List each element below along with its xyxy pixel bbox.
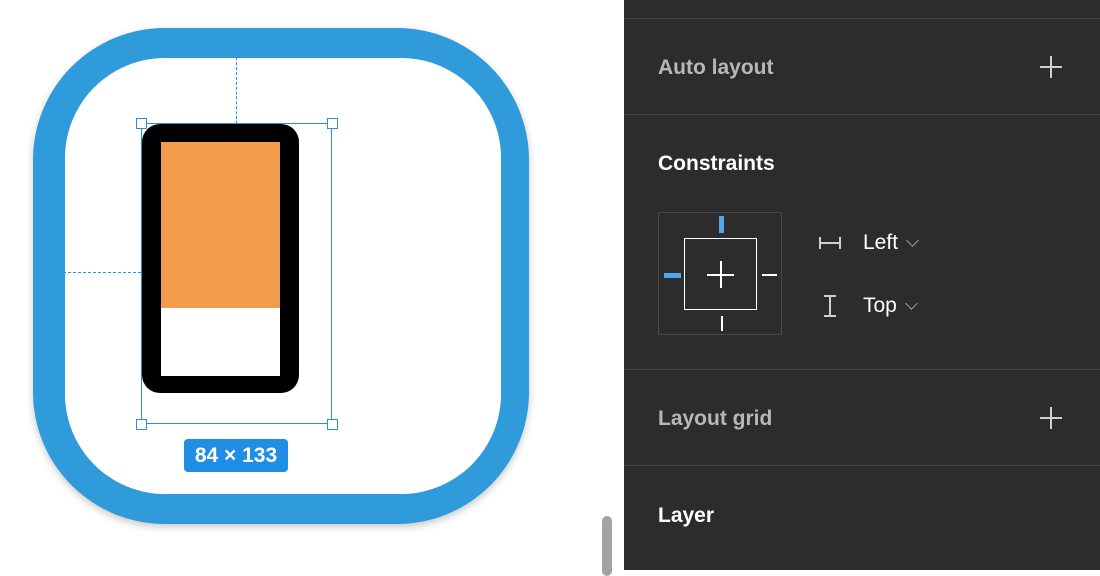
auto-layout-title: Auto layout xyxy=(658,56,774,79)
canvas-scrollbar[interactable] xyxy=(602,516,612,576)
layer-title: Layer xyxy=(658,504,715,527)
horizontal-constraint-value: Left xyxy=(863,231,899,254)
section-divider xyxy=(624,465,1100,466)
resize-handle-top-right[interactable] xyxy=(327,118,338,129)
selection-box[interactable] xyxy=(141,123,332,424)
constraint-top-toggle[interactable] xyxy=(719,216,724,233)
constraint-center-plus-icon[interactable] xyxy=(707,274,734,276)
chevron-down-icon xyxy=(904,297,918,310)
constraint-left-toggle[interactable] xyxy=(664,273,681,278)
resize-handle-bottom-left[interactable] xyxy=(136,419,147,430)
add-auto-layout-plus-icon[interactable] xyxy=(1038,54,1064,80)
horizontal-distance-guide xyxy=(63,272,141,273)
horizontal-constraint-dropdown[interactable]: Left xyxy=(818,228,919,258)
horizontal-constraint-icon xyxy=(818,231,842,255)
add-layout-grid-plus-icon[interactable] xyxy=(1038,405,1064,431)
vertical-constraint-value: Top xyxy=(863,294,897,317)
constraint-right-toggle[interactable] xyxy=(762,274,777,276)
design-canvas[interactable]: 84 × 133 xyxy=(0,0,624,576)
constraint-bottom-toggle[interactable] xyxy=(721,316,723,331)
vertical-constraint-dropdown[interactable]: Top xyxy=(818,291,918,321)
section-divider xyxy=(624,369,1100,370)
layout-grid-title: Layout grid xyxy=(658,407,773,430)
resize-handle-top-left[interactable] xyxy=(136,118,147,129)
properties-panel: Auto layout Constraints Left Top Layout … xyxy=(624,0,1100,570)
dimension-badge: 84 × 133 xyxy=(184,439,288,472)
constraint-widget[interactable] xyxy=(658,212,782,335)
resize-handle-bottom-right[interactable] xyxy=(327,419,338,430)
section-divider xyxy=(624,114,1100,115)
chevron-down-icon xyxy=(906,234,919,247)
vertical-constraint-icon xyxy=(818,294,842,318)
section-divider xyxy=(624,18,1100,19)
constraints-title: Constraints xyxy=(658,152,775,175)
vertical-distance-guide xyxy=(236,28,237,124)
